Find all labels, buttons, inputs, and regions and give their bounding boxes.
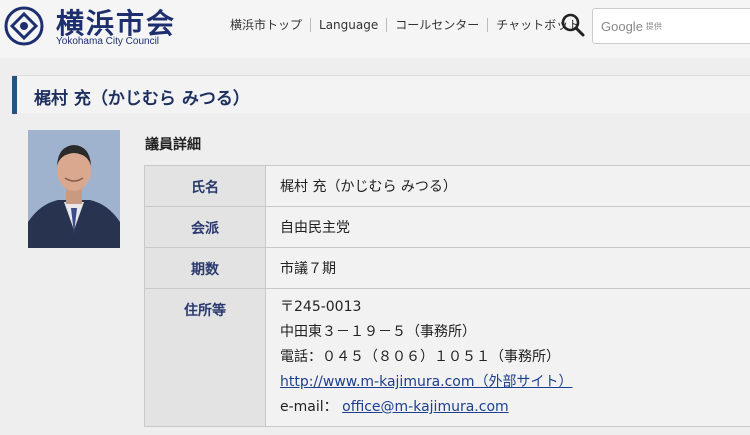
google-search-label: Google [601,18,643,34]
nav-call-center[interactable]: コールセンター [386,18,487,32]
email-label: e-mail： [280,399,338,415]
email-link[interactable]: office@m-kajimura.com [342,399,509,415]
row-value-terms: 市議７期 [265,247,750,289]
row-value-party: 自由民主党 [265,206,750,248]
table-row: 氏名 梶村 充（かじむら みつる） [144,165,750,207]
website-link[interactable]: http://www.m-kajimura.com（外部サイト） [280,374,573,390]
page-title-bar: 梶村 充（かじむら みつる） [12,75,750,114]
header-nav: 横浜市トップ Language コールセンター チャットボット [222,18,588,32]
site-logo-subtitle: Yokohama City Council [56,36,160,47]
site-header: 横浜市会 Yokohama City Council 横浜市トップ Langua… [0,0,750,58]
row-label-name: 氏名 [144,165,266,207]
row-label-address: 住所等 [144,288,266,427]
page-title: 梶村 充（かじむら みつる） [34,89,250,109]
table-row: 会派 自由民主党 [144,206,750,248]
phone-number: 電話：０４５（８０６）１０５１（事務所） [280,349,560,365]
councillor-detail-table: 氏名 梶村 充（かじむら みつる） 会派 自由民主党 期数 市議７期 住所等 〒… [144,165,750,427]
detail-heading: 議員詳細 [145,137,201,153]
table-row: 期数 市議７期 [144,247,750,289]
nav-language[interactable]: Language [310,18,386,32]
row-label-party: 会派 [144,206,266,248]
yokohama-emblem-icon[interactable] [4,6,44,46]
row-label-terms: 期数 [144,247,266,289]
search-icon[interactable] [560,12,586,38]
postal-code: 〒245-0013 [280,299,362,315]
title-accent-bar [12,76,17,114]
search-input[interactable]: Google 提供 [592,8,750,44]
row-value-address: 〒245-0013 中田東３－１９－５（事務所） 電話：０４５（８０６）１０５１… [265,288,750,427]
search-provider-suffix: 提供 [645,21,662,31]
nav-yokohama-top[interactable]: 横浜市トップ [222,18,310,32]
street-address: 中田東３－１９－５（事務所） [280,324,476,340]
row-value-name: 梶村 充（かじむら みつる） [265,165,750,207]
councillor-photo [28,130,120,248]
table-row: 住所等 〒245-0013 中田東３－１９－５（事務所） 電話：０４５（８０６）… [144,288,750,427]
